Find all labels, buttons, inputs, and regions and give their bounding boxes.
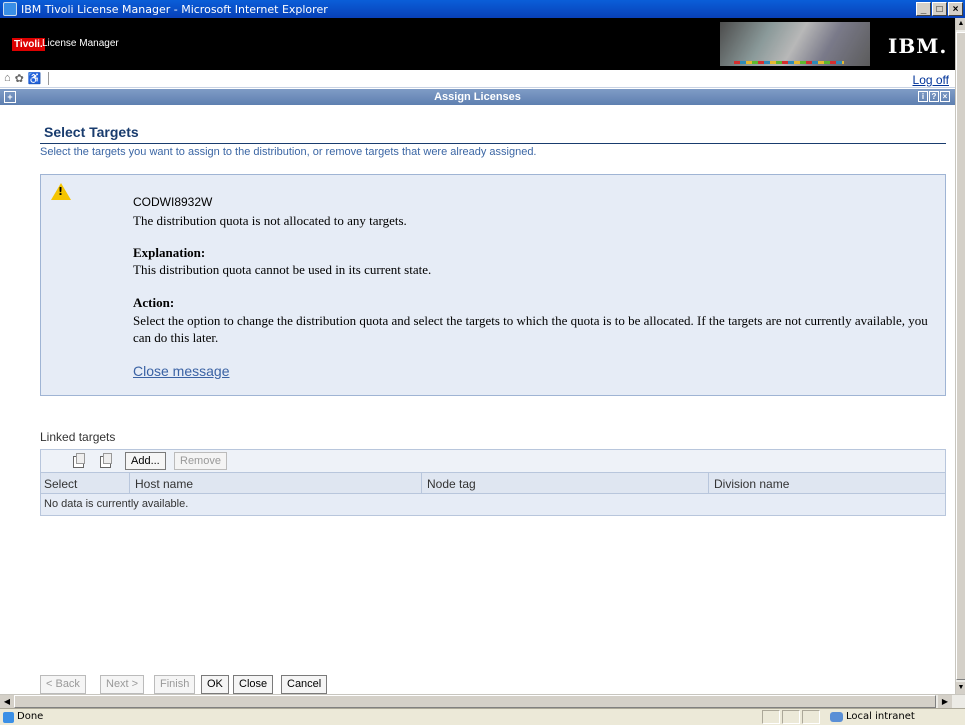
window-controls: _ □ ×: [916, 2, 963, 16]
toolbar-separator: [47, 72, 49, 85]
remove-button[interactable]: Remove: [174, 452, 227, 470]
empty-table-message: No data is currently available.: [44, 498, 189, 510]
explanation-text: This distribution quota cannot be used i…: [133, 262, 432, 277]
column-host-name[interactable]: Host name: [135, 477, 193, 491]
select-all-icon[interactable]: [73, 453, 85, 468]
logoff-link[interactable]: Log off: [913, 73, 949, 87]
finish-button[interactable]: Finish: [154, 675, 196, 694]
portlet-header: + Assign Licenses i ? ×: [0, 89, 955, 105]
window-titlebar: IBM Tivoli License Manager - Microsoft I…: [0, 0, 965, 18]
product-name: License Manager: [42, 38, 119, 49]
column-divider: [129, 473, 130, 493]
zone-label: Local intranet: [846, 711, 915, 722]
cancel-button[interactable]: Cancel: [281, 675, 328, 694]
security-zone: Local intranet: [826, 710, 956, 724]
tivoli-logo: Tivoli.: [12, 38, 45, 51]
scroll-up-icon[interactable]: ▲: [956, 18, 965, 30]
scroll-left-icon[interactable]: ◀: [0, 695, 14, 708]
page-title: Select Targets: [44, 124, 139, 140]
page-description: Select the targets you want to assign to…: [40, 146, 537, 158]
intranet-icon: [830, 712, 843, 722]
column-divider: [421, 473, 422, 493]
table-toolbar: Add... Remove: [40, 449, 946, 473]
next-button[interactable]: Next >: [100, 675, 145, 694]
column-select[interactable]: Select: [44, 477, 77, 491]
table-header: Select Host name Node tag Division name: [40, 473, 946, 494]
scroll-right-icon[interactable]: ▶: [938, 695, 952, 708]
portlet-title: Assign Licenses: [434, 91, 521, 103]
page-status-icon: [3, 712, 14, 723]
window-title: IBM Tivoli License Manager - Microsoft I…: [21, 2, 328, 16]
column-node-tag[interactable]: Node tag: [427, 477, 476, 491]
status-bar: Done Local intranet: [0, 708, 965, 725]
action-heading: Action:: [133, 295, 175, 310]
column-division-name[interactable]: Division name: [714, 477, 789, 491]
message-summary: The distribution quota is not allocated …: [133, 213, 407, 228]
vertical-scrollbar[interactable]: ▲ ▼: [955, 18, 965, 694]
column-divider: [708, 473, 709, 493]
horizontal-scroll-thumb[interactable]: [14, 695, 936, 708]
minimize-button[interactable]: _: [916, 2, 931, 16]
status-pane: [802, 710, 820, 724]
accessibility-icon[interactable]: ♿: [28, 72, 42, 85]
maximize-button[interactable]: □: [932, 2, 947, 16]
product-banner: Tivoli. License Manager IBM.: [0, 18, 955, 70]
warning-mark: !: [58, 185, 64, 198]
status-pane: [782, 710, 800, 724]
warning-message-box: ! CODWI8932W The distribution quota is n…: [40, 174, 946, 396]
back-button[interactable]: < Back: [40, 675, 86, 694]
add-button[interactable]: Add...: [125, 452, 166, 470]
toolbar-icons: ⌂ ✿ ♿: [4, 72, 49, 85]
title-divider: [40, 143, 946, 144]
portal-toolbar: ⌂ ✿ ♿ Log off: [0, 70, 955, 88]
expand-icon[interactable]: +: [4, 91, 16, 103]
portlet-controls: i ? ×: [918, 91, 950, 102]
vertical-scroll-thumb[interactable]: [956, 32, 965, 680]
internet-explorer-icon: [3, 2, 17, 16]
table-empty-row: No data is currently available.: [40, 494, 946, 516]
message-code: CODWI8932W: [133, 195, 213, 209]
action-text: Select the option to change the distribu…: [133, 313, 928, 345]
horizontal-scrollbar[interactable]: ◀ ▶: [0, 694, 965, 708]
info-icon[interactable]: i: [918, 91, 928, 102]
ibm-logo: IBM.: [888, 34, 948, 58]
status-text: Done: [17, 711, 44, 722]
close-window-button[interactable]: ×: [948, 2, 963, 16]
scroll-down-icon[interactable]: ▼: [956, 682, 965, 694]
close-portlet-icon[interactable]: ×: [940, 91, 950, 102]
close-button[interactable]: Close: [233, 675, 274, 694]
close-message-link[interactable]: Close message: [133, 363, 230, 379]
deselect-all-icon[interactable]: [100, 453, 112, 468]
ok-button[interactable]: OK: [201, 675, 229, 694]
settings-icon[interactable]: ✿: [15, 72, 24, 85]
banner-graphic: [720, 22, 870, 66]
linked-targets-label: Linked targets: [40, 430, 116, 444]
help-icon[interactable]: ?: [929, 91, 939, 102]
home-icon[interactable]: ⌂: [4, 72, 11, 85]
explanation-heading: Explanation:: [133, 245, 206, 260]
status-pane: [762, 710, 780, 724]
